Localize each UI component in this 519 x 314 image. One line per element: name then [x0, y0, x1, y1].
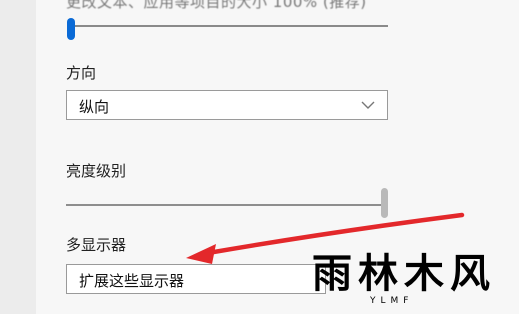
brightness-slider-track[interactable]: [66, 204, 388, 206]
brightness-slider-thumb[interactable]: [381, 188, 388, 218]
left-nav-strip: [0, 0, 36, 314]
site-watermark-logo: 雨林木风 YLMF: [300, 254, 519, 314]
watermark-text: 雨林木风: [312, 250, 496, 297]
multiple-displays-selected-value: 扩展这些显示器: [79, 272, 185, 290]
watermark-subtext: YLMF: [370, 296, 414, 306]
scale-slider-thumb[interactable]: [67, 18, 75, 40]
scale-slider-track[interactable]: [68, 25, 388, 27]
scale-label: 更改文本、应用等项目的大小 100% (推荐): [66, 0, 367, 11]
orientation-label: 方向: [66, 64, 97, 82]
orientation-selected-value: 纵向: [79, 98, 110, 116]
multiple-displays-dropdown[interactable]: 扩展这些显示器: [66, 264, 326, 294]
orientation-dropdown[interactable]: 纵向: [66, 90, 388, 120]
multiple-displays-label: 多显示器: [66, 236, 127, 254]
brightness-label: 亮度级别: [66, 162, 127, 180]
chevron-down-icon: [361, 101, 375, 109]
